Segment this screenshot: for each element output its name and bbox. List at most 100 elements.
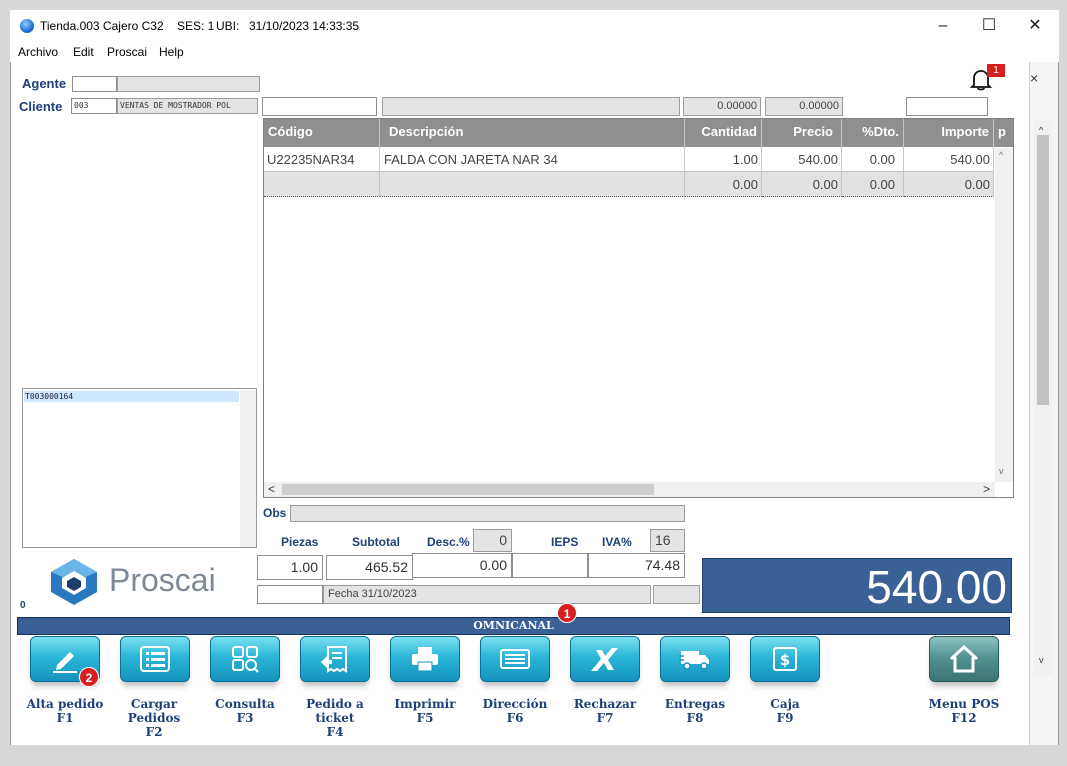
iva-percent-field: 16 xyxy=(650,529,685,552)
ieps-value xyxy=(512,553,588,578)
grid-scroll-right-icon[interactable]: > xyxy=(983,482,990,496)
table-cell[interactable] xyxy=(380,172,685,197)
table-cell[interactable]: 0.00 xyxy=(842,172,904,197)
menu-proscai[interactable]: Proscai xyxy=(107,45,147,59)
piezas-label: Piezas xyxy=(281,535,319,549)
list-item-label: T003000164 xyxy=(25,392,74,401)
table-cell[interactable]: 540.00 xyxy=(904,147,994,172)
grid-scroll-up-icon[interactable]: ^ xyxy=(999,150,1003,160)
table-cell[interactable]: FALDA CON JARETA NAR 34 xyxy=(380,147,685,172)
cargar-pedidos-button[interactable] xyxy=(120,636,190,682)
grid-horizontal-scroll-thumb[interactable] xyxy=(282,484,654,495)
ticket-list[interactable] xyxy=(22,388,257,548)
grand-total: 540.00 xyxy=(702,558,1012,613)
grid-scroll-left-icon[interactable]: < xyxy=(268,482,275,496)
omnicanal-badge: 1 xyxy=(557,603,577,623)
menu-archivo[interactable]: Archivo xyxy=(18,45,58,59)
address-icon xyxy=(481,637,549,681)
cliente-info-field xyxy=(382,97,680,116)
background-close-icon[interactable]: × xyxy=(1030,70,1044,86)
table-cell[interactable]: 0.00 xyxy=(904,172,994,197)
window-title: Tienda.003 Cajero C32 xyxy=(40,19,164,33)
direccion-label: Dirección F6 xyxy=(482,697,548,725)
status-zero: 0 xyxy=(20,600,26,611)
caja-button[interactable]: $ xyxy=(750,636,820,682)
extra-input[interactable] xyxy=(906,97,988,116)
rechazar-button[interactable] xyxy=(570,636,640,682)
table-cell[interactable] xyxy=(264,172,380,197)
agente-code-input[interactable] xyxy=(72,76,117,92)
session-label: SES: 1 xyxy=(177,19,215,33)
pedido-a-ticket-label: Pedido a ticket F4 xyxy=(306,697,364,739)
column-header-p[interactable]: p xyxy=(994,119,1013,147)
menu-pos-button[interactable] xyxy=(929,636,999,682)
alta-pedido-badge: 2 xyxy=(79,667,99,687)
entregas-button[interactable] xyxy=(660,636,730,682)
table-cell[interactable]: U22235NAR34 xyxy=(264,147,380,172)
iva-label: IVA% xyxy=(602,535,632,549)
menu-edit[interactable]: Edit xyxy=(73,45,94,59)
value-field-1: 0.00000 xyxy=(683,97,761,116)
brand-name: Proscai xyxy=(109,562,216,598)
scroll-up-arrow-icon[interactable]: ^ xyxy=(1039,125,1043,135)
table-cell[interactable]: 0.00 xyxy=(685,172,762,197)
date-prefix-field[interactable] xyxy=(257,585,323,604)
iva-value: 74.48 xyxy=(588,553,685,578)
column-header-importe[interactable]: Importe xyxy=(904,119,994,147)
ubi-label: UBI: xyxy=(216,19,240,33)
cliente-extra-input[interactable] xyxy=(262,97,377,116)
ticket-icon xyxy=(301,637,369,681)
reject-icon xyxy=(571,637,639,681)
cliente-label: Cliente xyxy=(19,99,63,114)
column-header-cantidad[interactable]: Cantidad xyxy=(685,119,762,147)
table-cell[interactable]: 0.00 xyxy=(762,172,842,197)
close-button[interactable]: ✕ xyxy=(1015,14,1055,38)
piezas-value: 1.00 xyxy=(257,555,323,580)
fecha-field: Fecha 31/10/2023 xyxy=(323,585,651,604)
table-cell[interactable]: 0.00 xyxy=(842,147,904,172)
rechazar-label: Rechazar F7 xyxy=(573,697,637,725)
column-header-descripcion[interactable]: Descripción xyxy=(380,119,685,147)
descuento-value: 0.00 xyxy=(412,553,512,578)
agente-label: Agente xyxy=(22,76,67,91)
cliente-name-field: VENTAS DE MOSTRADOR POL xyxy=(117,98,258,114)
pedido-a-ticket-button[interactable] xyxy=(300,636,370,682)
obs-field[interactable] xyxy=(290,505,685,522)
consulta-label: Consulta F3 xyxy=(215,697,275,725)
scroll-down-arrow-icon[interactable]: v xyxy=(1039,655,1044,665)
grid-vertical-scrollbar[interactable] xyxy=(995,148,1013,482)
menu-pos-label: Menu POS F12 xyxy=(928,697,1000,725)
notification-count-badge: 1 xyxy=(987,64,1005,77)
list-scrollbar[interactable] xyxy=(240,390,256,547)
obs-label: Obs xyxy=(263,506,287,520)
background-scroll-thumb[interactable] xyxy=(1037,135,1049,405)
consulta-button[interactable] xyxy=(210,636,280,682)
table-cell[interactable]: 540.00 xyxy=(762,147,842,172)
value-field-2: 0.00000 xyxy=(765,97,843,116)
maximize-button[interactable]: ☐ xyxy=(969,14,1009,38)
list-icon xyxy=(121,637,189,681)
column-header-descuento[interactable]: %Dto. xyxy=(842,119,904,147)
column-header-precio[interactable]: Precio xyxy=(762,119,842,147)
truck-icon xyxy=(661,637,729,681)
proscai-logo-icon xyxy=(45,557,103,607)
menu-help[interactable]: Help xyxy=(159,45,184,59)
cash-icon: $ xyxy=(751,637,819,681)
title-bar xyxy=(10,10,1059,42)
direccion-button[interactable] xyxy=(480,636,550,682)
table-cell[interactable]: 1.00 xyxy=(685,147,762,172)
printer-icon xyxy=(391,637,459,681)
column-header-codigo[interactable]: Código xyxy=(264,119,380,147)
omnicanal-bar: OMNICANAL xyxy=(17,617,1010,635)
fecha-extra-field xyxy=(653,585,700,604)
imprimir-button[interactable] xyxy=(390,636,460,682)
agente-name-field xyxy=(117,76,260,92)
subtotal-label: Subtotal xyxy=(352,535,400,549)
alta-pedido-label: Alta pedido F1 xyxy=(26,697,104,725)
window-datetime: 31/10/2023 14:33:35 xyxy=(249,19,360,33)
desc-percent-field: 0 xyxy=(473,529,512,552)
minimize-button[interactable]: – xyxy=(923,14,963,38)
cliente-code-input[interactable]: 003 xyxy=(71,98,117,114)
grid-scroll-down-icon[interactable]: v xyxy=(999,466,1004,476)
caja-label: Caja F9 xyxy=(770,697,800,725)
